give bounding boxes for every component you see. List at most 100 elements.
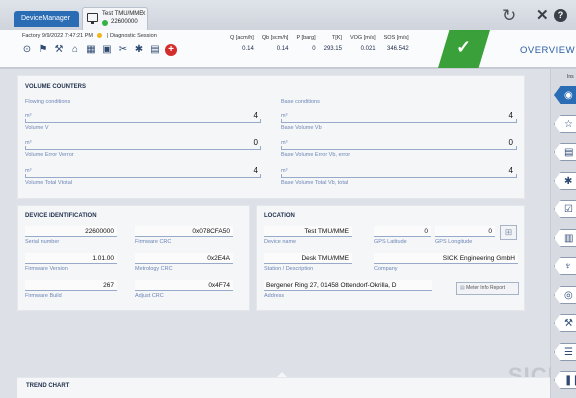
session-meta: Factory 9/9/2022 7:47:21 PM | Diagnostic… xyxy=(22,33,157,39)
serial-number-label: Serial number xyxy=(25,239,60,245)
checklist-icon: ☑ xyxy=(564,204,573,215)
volume-error-label: Volume Error Verror xyxy=(25,152,74,158)
field-underline xyxy=(281,174,517,178)
help-icon[interactable]: ? xyxy=(554,9,567,22)
page-title: OVERVIEW xyxy=(520,45,576,56)
tools-icon[interactable]: ⚒ xyxy=(53,44,65,56)
flowing-conditions-label: Flowing conditions xyxy=(25,99,71,105)
report-icon: ▤ xyxy=(460,285,465,291)
adjust-crc-label: Adjust CRC xyxy=(135,293,164,299)
book-icon: ▥ xyxy=(564,233,574,244)
meas-value-vog: 0.021 xyxy=(360,46,376,52)
firmware-build-field: 267 xyxy=(25,280,117,291)
meas-value-q: 0.14 xyxy=(242,46,254,52)
side-nav-label: Ins xyxy=(567,74,574,80)
firmware-crc-label: Firmware CRC xyxy=(135,239,172,245)
volume-title: VOLUME COUNTERS xyxy=(25,84,87,90)
base-conditions-label: Base conditions xyxy=(281,99,320,105)
diagnosis-icon: ♆ xyxy=(564,261,572,272)
firmware-build-label: Firmware Build xyxy=(25,293,62,299)
calculator-icon[interactable]: ▦ xyxy=(85,44,97,56)
meter-info-report-button[interactable]: ▤ Meter Info Report xyxy=(456,282,519,295)
device-name-label: Device name xyxy=(264,239,297,245)
location-panel: LOCATION Test TMU/MME Device name 0 GPS … xyxy=(256,205,525,311)
list-icon: ☰ xyxy=(564,347,573,358)
report-icon: ▤ xyxy=(564,147,574,158)
location-title: LOCATION xyxy=(264,213,295,219)
tools-cross-icon[interactable]: ✂ xyxy=(117,44,129,56)
trend-chart-title: TREND CHART xyxy=(26,383,70,389)
document-icon[interactable]: ▤ xyxy=(149,44,161,56)
anemometer-icon[interactable]: ⚑ xyxy=(37,44,49,56)
meas-label-t: T[K] xyxy=(331,35,342,41)
volume-total-value: 4 xyxy=(253,166,258,175)
adjust-crc-field: 0x4F74 xyxy=(135,280,233,291)
gps-latitude-label: GPS Latitude xyxy=(374,239,407,245)
log-icon[interactable]: ▣ xyxy=(101,44,113,56)
field-underline xyxy=(25,146,261,150)
firmware-crc-field: 0x078CFA50 xyxy=(135,226,233,237)
station-field[interactable]: Desk TMU/MME xyxy=(264,253,352,264)
sensor-icon: ◎ xyxy=(564,290,573,301)
base-volume-total-value: 4 xyxy=(508,166,513,175)
meas-label-vog: VOG [m/s] xyxy=(349,35,376,41)
refresh-icon[interactable]: ↻ xyxy=(502,6,516,26)
monitor-icon xyxy=(87,13,98,24)
field-underline xyxy=(25,174,261,178)
tab-bar: DeviceManager Test TMU/MME 22600000 x ↻ … xyxy=(0,0,576,30)
wrench-icon: ⚒ xyxy=(564,318,573,329)
status-dot-green xyxy=(102,20,108,26)
base-volume-total-label: Base Volume Total Vb, total xyxy=(281,180,349,186)
meas-label-qb: Qb [scm/h] xyxy=(261,35,289,41)
company-label: Company xyxy=(374,266,398,272)
tab-device[interactable]: Test TMU/MME 22600000 x xyxy=(82,7,148,30)
base-volume-error-label: Base Volume Error Vb, error xyxy=(281,152,351,158)
field-underline xyxy=(281,119,517,123)
address-field[interactable]: Bergener Ring 27, 01458 Ottendorf-Okrill… xyxy=(264,280,432,291)
trend-chart-panel[interactable]: TREND CHART xyxy=(17,377,550,398)
station-label: Station / Description xyxy=(264,266,314,272)
volume-error-value: 0 xyxy=(253,138,258,147)
field-underline xyxy=(25,119,261,123)
address-label: Address xyxy=(264,293,285,299)
base-volume-label: Base Volume Vb xyxy=(281,125,322,131)
tools-icon[interactable]: ✕ xyxy=(536,6,549,24)
meas-value-t: 293.15 xyxy=(323,46,342,52)
firmware-version-field: 1.01.00 xyxy=(25,253,117,264)
gps-longitude-field[interactable]: 0 xyxy=(435,226,495,237)
settings-icon[interactable]: ✱ xyxy=(133,44,145,56)
network-icon[interactable]: ⌂ xyxy=(69,44,81,56)
serial-number-field: 22600000 xyxy=(25,226,117,237)
device-name-field[interactable]: Test TMU/MME xyxy=(264,226,352,237)
check-icon: ✓ xyxy=(456,37,472,57)
alarm-icon[interactable]: + xyxy=(165,44,177,56)
pause-icon: ❚❚ xyxy=(564,375,576,386)
tab-device-manager[interactable]: DeviceManager xyxy=(14,11,79,27)
meas-label-sos: SOS [m/s] xyxy=(383,35,409,41)
gps-latitude-field[interactable]: 0 xyxy=(374,226,431,237)
tab-device-serial: 22600000 xyxy=(111,19,138,25)
metrology-crc-label: Metrology CRC xyxy=(135,266,173,272)
company-field[interactable]: SICK Engineering GmbH xyxy=(374,253,518,264)
meas-value-sos: 346.542 xyxy=(387,46,409,52)
map-icon[interactable]: ⊞ xyxy=(500,225,517,240)
base-volume-value: 4 xyxy=(508,111,513,120)
volume-v-value: 4 xyxy=(253,111,258,120)
display-icon[interactable]: ⊙ xyxy=(21,44,33,56)
device-title: DEVICE IDENTIFICATION xyxy=(25,213,97,219)
session-label: | Diagnostic Session xyxy=(107,33,157,39)
status-dot-yellow xyxy=(97,33,103,39)
gauge-icon: ◉ xyxy=(564,90,573,101)
meas-label-p: P [barg] xyxy=(296,35,316,41)
settings-icon: ✱ xyxy=(564,176,573,187)
device-identification-panel: DEVICE IDENTIFICATION 22600000 Serial nu… xyxy=(17,205,250,311)
gps-longitude-label: GPS Longitude xyxy=(435,239,473,245)
tab-close-icon[interactable]: x xyxy=(142,10,146,17)
meas-value-qb: 0.14 xyxy=(276,46,289,52)
meas-value-p: 0 xyxy=(312,46,316,52)
volume-total-label: Volume Total Vtotal xyxy=(25,180,72,186)
measurements: Q [acm/h] 0.14 Qb [scm/h] 0.14 P [barg] 0 T… xyxy=(230,35,409,52)
quick-icons: ⊙ ⚑ ⚒ ⌂ ▦ ▣ ✂ ✱ ▤ + xyxy=(21,44,177,56)
status-bar: Factory 9/9/2022 7:47:21 PM | Diagnostic… xyxy=(0,30,576,68)
base-volume-error-value: 0 xyxy=(508,138,513,147)
